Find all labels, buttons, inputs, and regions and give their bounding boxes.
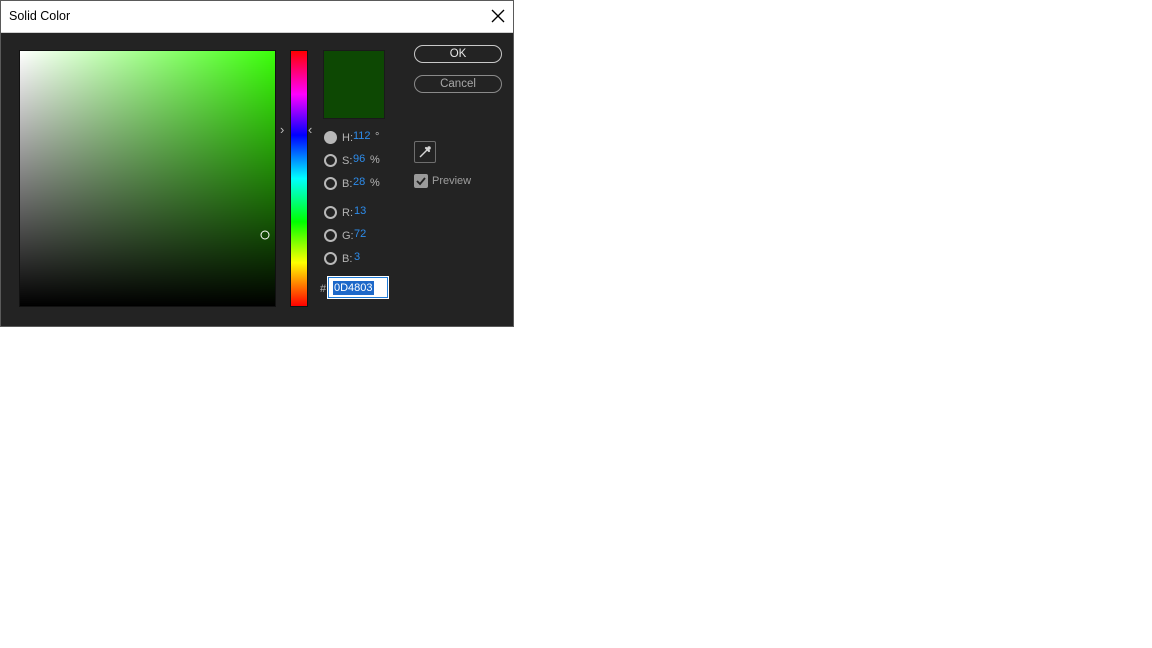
- solid-color-dialog: Solid Color › ‹ H: 112 ° S: 96 % B: 28 %: [0, 0, 514, 327]
- preview-label: Preview: [432, 175, 472, 187]
- hue-radio[interactable]: [324, 131, 337, 144]
- hue-arrow-right-icon[interactable]: ›: [280, 123, 284, 136]
- checkmark-icon: [416, 177, 426, 186]
- color-picker-cursor[interactable]: [260, 230, 270, 240]
- hue-label: H:: [342, 132, 353, 144]
- hue-unit: °: [375, 131, 380, 143]
- brightness-unit: %: [370, 177, 380, 189]
- hue-value[interactable]: 112: [353, 130, 371, 142]
- close-button[interactable]: [487, 5, 509, 27]
- red-value[interactable]: 13: [354, 205, 366, 217]
- cancel-button[interactable]: Cancel: [414, 75, 502, 93]
- saturation-unit: %: [370, 154, 380, 166]
- ok-button[interactable]: OK: [414, 45, 502, 63]
- blue-radio[interactable]: [324, 252, 337, 265]
- hex-input[interactable]: 0D4803: [327, 276, 389, 299]
- red-label: R:: [342, 207, 353, 219]
- brightness-value[interactable]: 28: [353, 176, 365, 188]
- saturation-label: S:: [342, 155, 353, 167]
- saturation-radio[interactable]: [324, 154, 337, 167]
- red-radio[interactable]: [324, 206, 337, 219]
- hue-slider[interactable]: [290, 50, 308, 307]
- saturation-value[interactable]: 96: [353, 153, 365, 165]
- green-value[interactable]: 72: [354, 228, 366, 240]
- saturation-brightness-field[interactable]: [19, 50, 276, 307]
- hex-prefix: #: [320, 283, 327, 295]
- hex-value[interactable]: 0D4803: [333, 281, 374, 295]
- title-bar: Solid Color: [1, 1, 513, 33]
- eyedropper-icon: [419, 146, 431, 158]
- brightness-gradient: [20, 51, 275, 306]
- close-icon: [491, 9, 505, 23]
- dialog-title: Solid Color: [9, 9, 71, 23]
- preview-checkbox[interactable]: [414, 174, 428, 188]
- brightness-label: B:: [342, 178, 353, 190]
- eyedropper-button[interactable]: [414, 141, 436, 163]
- green-radio[interactable]: [324, 229, 337, 242]
- green-label: G:: [342, 230, 354, 242]
- blue-value[interactable]: 3: [354, 251, 360, 263]
- new-color-swatch: [323, 50, 385, 119]
- hue-arrow-left-icon[interactable]: ‹: [308, 123, 312, 136]
- brightness-radio[interactable]: [324, 177, 337, 190]
- blue-label: B:: [342, 253, 353, 265]
